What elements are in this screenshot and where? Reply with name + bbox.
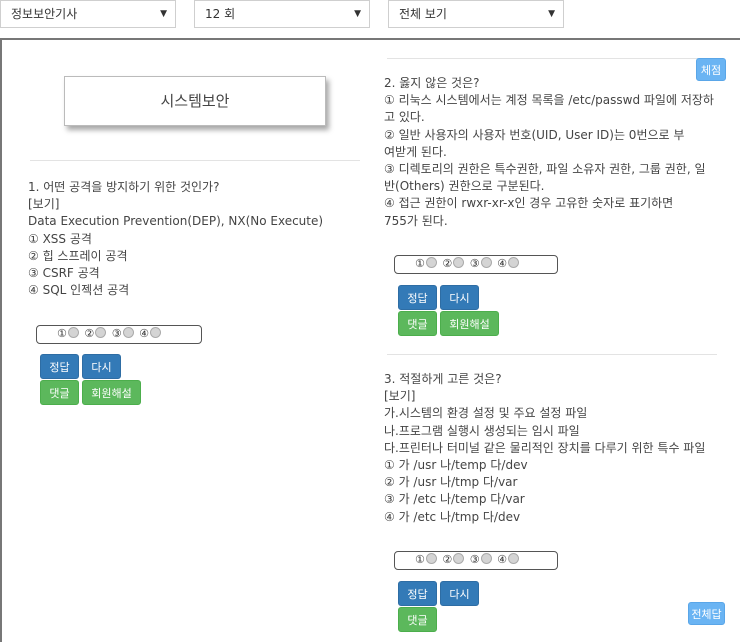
answer-button[interactable]: 정답: [398, 285, 437, 310]
choice-4[interactable]: ④: [497, 553, 520, 566]
answer-choice-group-2: ① ② ③ ④: [394, 255, 558, 274]
question-3: 3. 적절하게 고른 것은? [보기] 가.시스템의 환경 설정 및 주요 설정…: [384, 371, 705, 526]
choice-2[interactable]: ②: [442, 257, 465, 270]
choice-1[interactable]: ①: [415, 553, 438, 566]
section-title: 시스템보안: [64, 76, 326, 126]
comment-button[interactable]: 댓글: [40, 380, 79, 405]
top-toolbar: 정보보안기사 ▼ 12 회 ▼ 전체 보기 ▼: [0, 0, 740, 38]
choice-3[interactable]: ③: [470, 257, 493, 270]
comment-button[interactable]: 댓글: [398, 311, 437, 336]
radio-button[interactable]: [453, 257, 465, 268]
choice-3[interactable]: ③: [112, 327, 135, 340]
question-1-option: ① XSS 공격: [28, 231, 92, 246]
radio-button[interactable]: [480, 257, 492, 268]
choice-1[interactable]: ①: [57, 327, 80, 340]
question-3-title: 3. 적절하게 고른 것은?: [384, 372, 502, 386]
radio-button[interactable]: [508, 553, 519, 564]
choice-4[interactable]: ④: [139, 327, 162, 340]
question-2: 2. 옳지 않은 것은? ① 리눅스 시스템에서는 계정 목록을 /etc/pa…: [384, 75, 714, 230]
radio-button[interactable]: [67, 327, 79, 338]
question-1-option: ④ SQL 인젝션 공격: [28, 283, 130, 298]
divider: [387, 58, 717, 59]
question-1: 1. 어떤 공격을 방지하기 위한 것인가? [보기] Data Executi…: [28, 179, 323, 299]
radio-button[interactable]: [425, 553, 437, 564]
question-2-option: ③ 디렉토리의 권한은 특수권한, 파일 소유자 권한, 그룹 권한, 일: [384, 162, 706, 177]
question-1-title: 1. 어떤 공격을 방지하기 위한 것인가?: [28, 180, 220, 194]
question-3-option: ④ 가 /etc 나/tmp 다/dev: [384, 509, 521, 524]
answer-button[interactable]: 정답: [40, 354, 79, 379]
round-select[interactable]: 12 회 ▼: [194, 0, 370, 28]
radio-button[interactable]: [480, 553, 492, 564]
member-explanation-button[interactable]: 회원해설: [440, 311, 499, 336]
exam-panel: 시스템보안 1. 어떤 공격을 방지하기 위한 것인가? [보기] Data E…: [0, 38, 740, 642]
question-1-line: Data Execution Prevention(DEP), NX(No Ex…: [28, 214, 324, 229]
round-select-value: 12 회: [205, 7, 236, 21]
divider: [387, 354, 717, 355]
answer-choice-group-1: ① ② ③ ④: [36, 325, 202, 344]
chevron-down-icon: ▼: [354, 9, 361, 19]
question-3-option: ③ 가 /etc 나/temp 다/var: [384, 492, 525, 507]
radio-button[interactable]: [508, 257, 519, 268]
retry-button[interactable]: 다시: [82, 354, 121, 379]
question-3-line: 다.프린터나 터미널 같은 물리적인 장치를 다루기 위한 특수 파일: [384, 440, 706, 455]
question-2-option: ④ 접근 권한이 rwxr-xr-x인 경우 고유한 숫자로 표기하면: [384, 196, 674, 211]
radio-button[interactable]: [122, 327, 134, 338]
comment-button[interactable]: 댓글: [398, 607, 437, 632]
question-2-option: ① 리눅스 시스템에서는 계정 목록을 /etc/passwd 파일에 저장하: [384, 93, 714, 108]
member-explanation-button[interactable]: 회원해설: [82, 380, 141, 405]
question-2-line: 755가 된다.: [384, 213, 448, 228]
question-3-line: 나.프로그램 실행시 생성되는 임시 파일: [384, 423, 580, 438]
radio-button[interactable]: [150, 327, 161, 338]
question-1-line: [보기]: [28, 197, 60, 212]
question-1-option: ② 힙 스프레이 공격: [28, 248, 128, 263]
question-2-option: ② 일반 사용자의 사용자 번호(UID, User ID)는 0번으로 부: [384, 127, 685, 142]
retry-button[interactable]: 다시: [440, 581, 479, 606]
question-2-line: 여받게 된다.: [384, 144, 447, 159]
radio-button[interactable]: [425, 257, 437, 268]
view-select-value: 전체 보기: [399, 7, 447, 21]
choice-2[interactable]: ②: [84, 327, 107, 340]
exam-select[interactable]: 정보보안기사 ▼: [0, 0, 176, 28]
retry-button[interactable]: 다시: [440, 285, 479, 310]
choice-3[interactable]: ③: [470, 553, 493, 566]
question-1-option: ③ CSRF 공격: [28, 266, 100, 281]
show-all-answers-button[interactable]: 전체답: [688, 602, 725, 625]
chevron-down-icon: ▼: [548, 9, 555, 19]
radio-button[interactable]: [453, 553, 465, 564]
question-2-line: 고 있다.: [384, 110, 425, 125]
choice-1[interactable]: ①: [415, 257, 438, 270]
question-3-line: 가.시스템의 환경 설정 및 주요 설정 파일: [384, 406, 588, 421]
divider: [30, 160, 360, 161]
exam-select-value: 정보보안기사: [11, 7, 78, 21]
question-2-title: 2. 옳지 않은 것은?: [384, 76, 480, 90]
question-3-option: ② 가 /usr 나/tmp 다/var: [384, 475, 518, 490]
answer-choice-group-3: ① ② ③ ④: [394, 551, 558, 570]
question-2-line: 반(Others) 권한으로 구분된다.: [384, 179, 545, 194]
choice-4[interactable]: ④: [497, 257, 520, 270]
choice-2[interactable]: ②: [442, 553, 465, 566]
question-3-option: ① 가 /usr 나/temp 다/dev: [384, 458, 528, 473]
question-3-line: [보기]: [384, 389, 416, 404]
radio-button[interactable]: [95, 327, 107, 338]
chevron-down-icon: ▼: [160, 9, 167, 19]
view-select[interactable]: 전체 보기 ▼: [388, 0, 564, 28]
answer-button[interactable]: 정답: [398, 581, 437, 606]
